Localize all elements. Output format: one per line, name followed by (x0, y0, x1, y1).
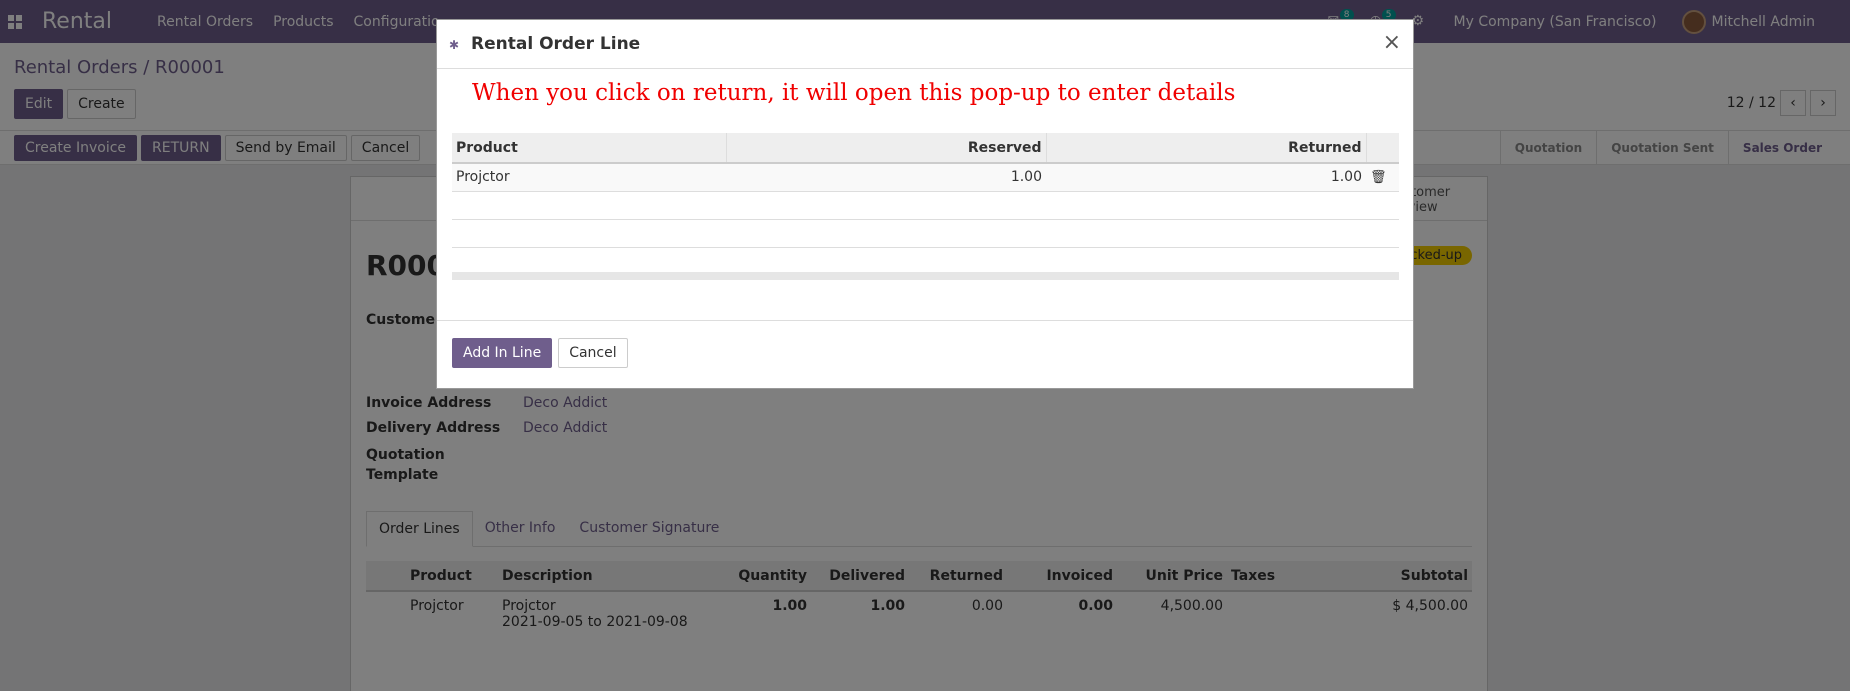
horizontal-scrollbar[interactable] (452, 272, 1399, 280)
cell-reserved[interactable]: 1.00 (726, 163, 1046, 192)
close-icon[interactable]: × (1383, 30, 1401, 55)
column-header[interactable]: Returned (1046, 133, 1367, 164)
modal-footer: Add In Line Cancel (437, 320, 1413, 389)
cell-product[interactable]: Projctor (452, 163, 726, 192)
empty-row (452, 219, 1399, 248)
bug-icon: ✱ (449, 38, 460, 52)
annotation-text: When you click on return, it will open t… (472, 80, 1236, 106)
cancel-button[interactable]: Cancel (558, 338, 628, 368)
modal-header: ✱ Rental Order Line × (437, 20, 1413, 69)
return-lines-table: Product Reserved Returned Projctor 1.00 … (452, 133, 1399, 248)
column-header[interactable]: Reserved (726, 133, 1047, 164)
column-header[interactable]: Product (452, 133, 727, 164)
empty-row (452, 191, 1399, 220)
delete-column-header (1366, 133, 1399, 164)
cell-returned[interactable]: 1.00 (1046, 163, 1366, 192)
modal-title: Rental Order Line (471, 34, 641, 54)
table-row[interactable]: Projctor 1.00 1.00 🗑 (452, 163, 1399, 192)
trash-icon[interactable]: 🗑 (1370, 170, 1387, 185)
add-in-line-button[interactable]: Add In Line (452, 338, 553, 368)
rental-order-line-dialog: ✱ Rental Order Line × When you click on … (436, 19, 1414, 389)
delete-cell: 🗑 (1366, 163, 1399, 192)
